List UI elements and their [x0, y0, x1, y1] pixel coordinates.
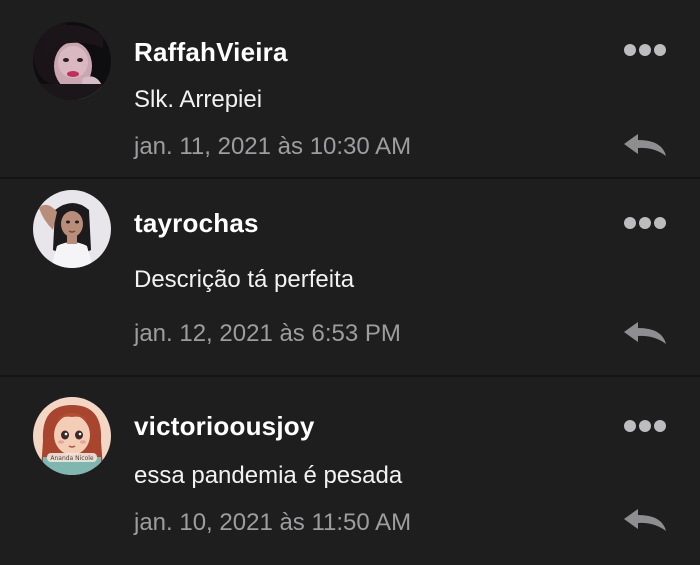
svg-text:Ananda Nicole: Ananda Nicole	[50, 455, 94, 462]
user-photo-avatar-icon	[33, 190, 111, 268]
comment-item: RaffahVieira Slk. Arrepiei jan. 11, 2021…	[0, 0, 700, 178]
username[interactable]: victorioousjoy	[134, 411, 315, 442]
more-options-icon[interactable]	[620, 416, 670, 436]
username[interactable]: RaffahVieira	[134, 37, 288, 68]
comment-item: tayrochas Descrição tá perfeita jan. 12,…	[0, 178, 700, 376]
timestamp: jan. 12, 2021 às 6:53 PM	[134, 320, 401, 347]
comment-text: essa pandemia é pesada	[134, 462, 403, 489]
timestamp: jan. 10, 2021 às 11:50 AM	[134, 509, 412, 536]
user-illustration-avatar-icon: Ananda Nicole	[33, 397, 111, 475]
comment-list: RaffahVieira Slk. Arrepiei jan. 11, 2021…	[0, 0, 700, 565]
comment-text: Descrição tá perfeita	[134, 266, 355, 293]
avatar[interactable]	[33, 22, 111, 100]
reply-icon[interactable]	[622, 132, 668, 158]
reply-icon[interactable]	[622, 320, 668, 346]
username[interactable]: tayrochas	[134, 208, 259, 239]
avatar[interactable]: Ananda Nicole	[33, 397, 111, 475]
more-options-icon[interactable]	[620, 213, 670, 233]
comment-item: Ananda Nicole victorioousjoy essa pandem…	[0, 376, 700, 565]
timestamp: jan. 11, 2021 às 10:30 AM	[134, 133, 412, 160]
more-options-icon[interactable]	[620, 40, 670, 60]
comment-text: Slk. Arrepiei	[134, 86, 263, 113]
reply-icon[interactable]	[622, 507, 668, 533]
user-photo-avatar-icon	[33, 22, 111, 100]
avatar[interactable]	[33, 190, 111, 268]
